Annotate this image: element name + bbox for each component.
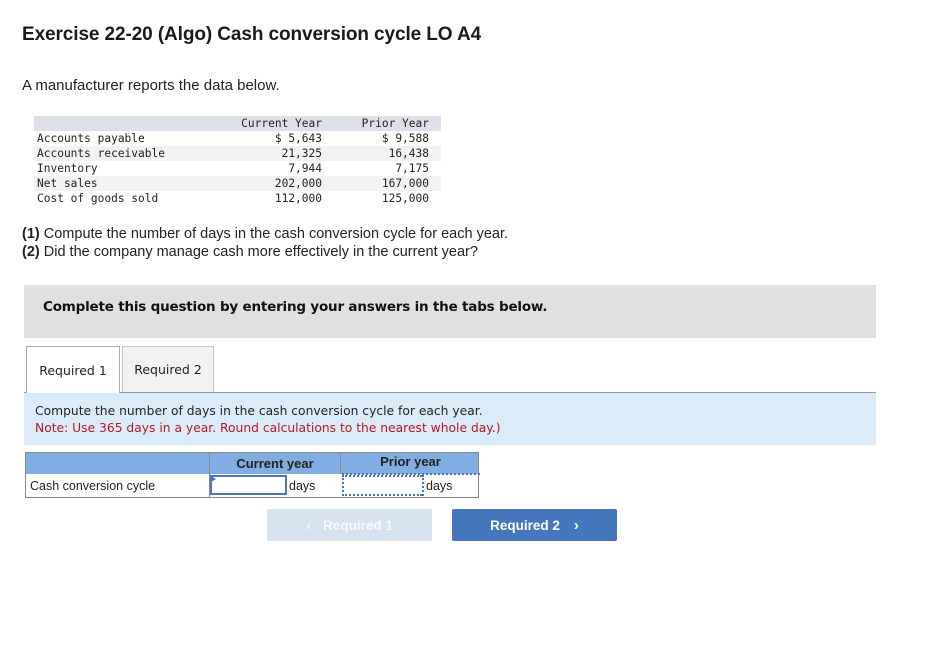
question-number: (1) — [22, 226, 40, 242]
current-year-value: 202,000 — [274, 177, 322, 190]
next-required-button[interactable]: Required 2 › — [452, 509, 617, 541]
answer-row-cash-conversion-cycle: Cash conversion cycle days days — [25, 473, 480, 498]
chevron-left-icon: ‹ — [306, 516, 312, 534]
row-label: Inventory — [37, 162, 98, 175]
chevron-right-icon: › — [573, 516, 579, 534]
table-row: Cost of goods sold 112,000 125,000 — [34, 191, 441, 206]
column-header-current-year: Current Year — [241, 117, 322, 130]
current-year-input[interactable] — [210, 475, 287, 495]
row-label: Net sales — [37, 177, 98, 190]
column-header-prior-year: Prior Year — [361, 117, 429, 130]
dotted-divider — [422, 475, 424, 496]
header-current-year: Current year — [236, 456, 314, 471]
input-marker-icon — [211, 476, 216, 482]
current-year-value: 21,325 — [281, 147, 322, 160]
data-table: Current Year Prior Year Accounts payable… — [34, 116, 441, 206]
questions: (1) Compute the number of days in the ca… — [22, 225, 508, 261]
prior-year-unit: days — [426, 479, 453, 493]
current-year-value: $ 5,643 — [274, 132, 322, 145]
question-text: Did the company manage cash more effecti… — [39, 244, 478, 260]
prompt-text: Compute the number of days in the cash c… — [35, 404, 483, 418]
row-label: Accounts payable — [37, 132, 145, 145]
prior-year-value: $ 9,588 — [381, 132, 429, 145]
question-1: (1) Compute the number of days in the ca… — [22, 225, 508, 243]
instruction-text: Complete this question by entering your … — [43, 299, 548, 315]
tab-required-1[interactable]: Required 1 — [26, 346, 120, 394]
previous-button-label: Required 1 — [323, 517, 393, 533]
current-year-value: 7,944 — [288, 162, 322, 175]
previous-required-button[interactable]: ‹ Required 1 — [267, 509, 432, 541]
prior-year-value: 125,000 — [381, 192, 429, 205]
row-label: Cash conversion cycle — [30, 479, 156, 493]
answer-table: Current year Prior year Cash conversion … — [25, 452, 480, 498]
table-row: Inventory 7,944 7,175 — [34, 161, 441, 176]
table-row: Net sales 202,000 167,000 — [34, 176, 441, 191]
intro-text: A manufacturer reports the data below. — [22, 77, 280, 94]
prior-year-value: 7,175 — [395, 162, 429, 175]
data-table-header: Current Year Prior Year — [34, 116, 441, 131]
table-row: Accounts payable $ 5,643 $ 9,588 — [34, 131, 441, 146]
current-year-value: 112,000 — [274, 192, 322, 205]
prompt-box: Compute the number of days in the cash c… — [24, 393, 876, 445]
prior-year-value: 16,438 — [388, 147, 429, 160]
question-text: Compute the number of days in the cash c… — [39, 226, 509, 242]
prior-year-input[interactable] — [342, 475, 422, 496]
column-header-label — [34, 116, 232, 131]
tab-required-2[interactable]: Required 2 — [122, 346, 214, 392]
instruction-banner: Complete this question by entering your … — [24, 285, 876, 338]
next-button-label: Required 2 — [490, 517, 560, 533]
exercise-title: Exercise 22-20 (Algo) Cash conversion cy… — [22, 24, 482, 45]
prior-year-value: 167,000 — [381, 177, 429, 190]
question-2: (2) Did the company manage cash more eff… — [22, 243, 508, 261]
answer-table-header: Current year Prior year — [25, 452, 479, 475]
current-year-unit: days — [289, 479, 316, 493]
question-number: (2) — [22, 244, 40, 260]
header-prior-year: Prior year — [380, 454, 441, 469]
table-row: Accounts receivable 21,325 16,438 — [34, 146, 441, 161]
row-label: Accounts receivable — [37, 147, 165, 160]
row-label: Cost of goods sold — [37, 192, 159, 205]
prompt-note: Note: Use 365 days in a year. Round calc… — [35, 421, 501, 435]
